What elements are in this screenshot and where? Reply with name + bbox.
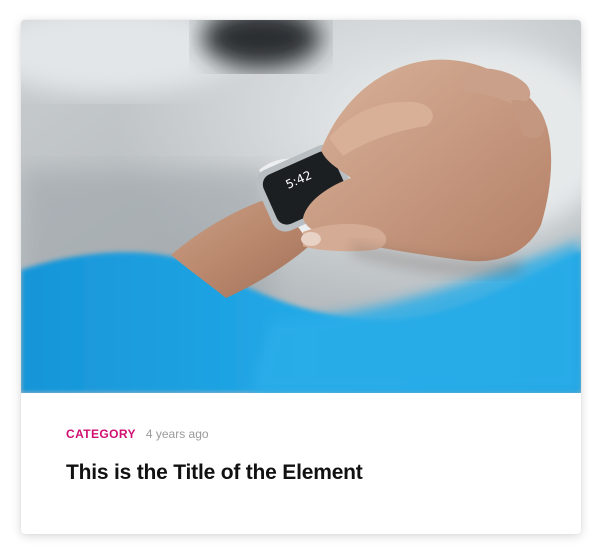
post-card[interactable]: 5:42 CATEGORY 4 years ago This is the Ti… [21,20,581,534]
post-date: 4 years ago [145,427,209,441]
post-thumbnail[interactable]: 5:42 [21,20,581,393]
post-meta: CATEGORY 4 years ago [66,427,541,445]
category-link[interactable]: CATEGORY [66,427,136,441]
smartwatch-photo: 5:42 [21,20,581,393]
post-title[interactable]: This is the Title of the Element [66,459,541,487]
post-card-body: CATEGORY 4 years ago This is the Title o… [66,427,541,487]
